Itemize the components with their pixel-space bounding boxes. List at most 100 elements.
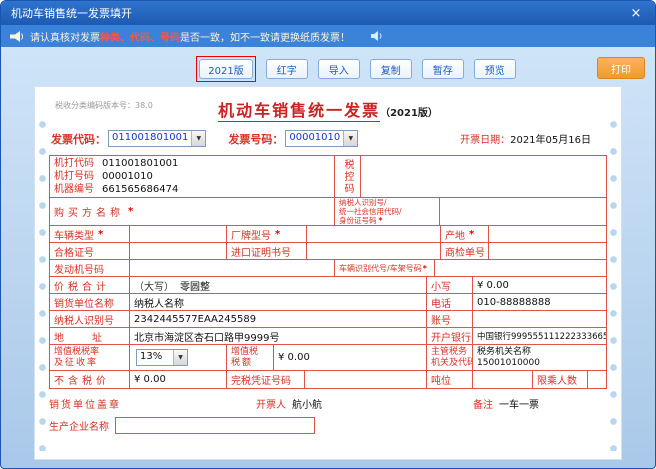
invoice-paper: 税收分类编码版本号：38.0 机动车销售统一发票（2021版） 发票代码： 01… xyxy=(34,86,622,460)
field-seller-taxid[interactable]: 2342445577EAA245589 xyxy=(130,311,427,327)
required-star: * xyxy=(423,264,427,273)
print-no-value: 00001010 xyxy=(102,170,153,183)
invoice-number-select[interactable]: 00001010 ▼ xyxy=(285,130,358,147)
field-vin[interactable] xyxy=(435,260,606,276)
row-total: 价税合计 （大写）零圆整 小写 ¥ 0.00 xyxy=(50,277,606,294)
chevron-down-icon[interactable]: ▼ xyxy=(173,350,187,365)
field-buyer-id[interactable] xyxy=(440,198,606,225)
invoice-code-select[interactable]: 011001801001 ▼ xyxy=(108,130,206,147)
vin-label-cell: 车辆识别代号/车架号码* xyxy=(335,260,435,276)
field-tonnage[interactable] xyxy=(473,371,533,388)
import-button[interactable]: 导入 xyxy=(318,59,360,79)
engine-label-cell: 发动机号码 xyxy=(50,260,130,276)
import-cert-label: 进口证明书号 xyxy=(231,244,291,259)
field-account[interactable] xyxy=(473,311,606,327)
authority-label-line2: 机关及代码 xyxy=(431,358,473,369)
address-label: 地址 xyxy=(54,329,130,344)
tax-cert-label-cell: 完税凭证号码 xyxy=(227,371,305,388)
invoice-code-value: 011001801001 xyxy=(109,131,191,146)
seating-label: 限乘人数 xyxy=(537,372,577,387)
field-small-total[interactable]: ¥ 0.00 xyxy=(473,277,606,293)
copy-button[interactable]: 复制 xyxy=(370,59,412,79)
authority-label-cell: 主管税务 机关及代码 xyxy=(427,345,473,370)
temp-save-button[interactable]: 暂存 xyxy=(422,59,464,79)
remark-label: 备注 xyxy=(473,396,493,411)
close-icon[interactable]: × xyxy=(627,6,645,21)
field-cert-no[interactable] xyxy=(130,243,227,259)
perforation-dots-left xyxy=(39,121,46,451)
vat-rate-label-line1: 增值税税率 xyxy=(54,347,99,358)
field-inspection-no[interactable] xyxy=(489,243,606,259)
small-total-label-cell: 小写 xyxy=(427,277,473,293)
seating-label-cell: 限乘人数 xyxy=(533,371,588,388)
caps-label: （大写） xyxy=(134,278,174,293)
field-bank[interactable]: 中国银行9995551112223336655544 xyxy=(473,328,606,344)
remark-value: 一车一票 xyxy=(499,396,539,411)
print-code-label: 机打代码 xyxy=(54,157,94,170)
field-authority[interactable]: 税务机关名称 15001010000 xyxy=(473,345,606,370)
row-seller-name: 销货单位名称 纳税人名称 电话 010-88888888 xyxy=(50,294,606,311)
manufacturer-input[interactable] xyxy=(115,417,315,434)
total-label-cell: 价税合计 xyxy=(50,277,130,293)
field-net-price[interactable]: ¥ 0.00 xyxy=(130,371,227,388)
import-cert-label-cell: 进口证明书号 xyxy=(227,243,307,259)
notice-bar: 请认真核对发票种类、代码、号码是否一致，如不一致请更换纸质发票！ xyxy=(1,25,655,47)
row-address-bank: 地址 北京市海淀区杏石口路甲9999号 开户银行 中国银行99955511122… xyxy=(50,328,606,345)
field-phone[interactable]: 010-88888888 xyxy=(473,294,606,310)
field-origin[interactable] xyxy=(489,226,606,242)
issuer-value: 航小航 xyxy=(292,396,322,411)
invoice-number-label: 发票号码： xyxy=(228,131,283,147)
vat-rate-select[interactable]: 13% ▼ xyxy=(136,349,188,366)
cert-no-label: 合格证号 xyxy=(54,244,94,259)
issuer-label: 开票人 xyxy=(256,396,286,411)
vat-rate-value: 13% xyxy=(137,350,173,365)
seller-taxid-value: 2342445577EAA245589 xyxy=(134,314,256,325)
required-star: * xyxy=(469,229,474,240)
footer-row: 销货单位盖章 开票人 航小航 备注 一车一票 xyxy=(49,396,607,411)
version-2021-button[interactable]: 2021版 xyxy=(199,59,252,79)
field-engine-no[interactable] xyxy=(130,260,335,276)
issue-date-label: 开票日期： xyxy=(460,135,510,146)
invoice-table: 机打代码011001801001 机打号码00001010 机器编号661565… xyxy=(49,155,607,389)
speaker-icon[interactable] xyxy=(370,30,384,42)
invoice-number-value: 00001010 xyxy=(286,131,343,146)
field-tax-cert-no[interactable] xyxy=(305,371,427,388)
field-brand-model[interactable] xyxy=(307,226,441,242)
seller-stamp-label: 销货单位盖章 xyxy=(49,396,121,411)
invoice-code-label: 发票代码： xyxy=(51,131,106,147)
tax-control-label: 税控码 xyxy=(335,156,361,197)
field-seating[interactable] xyxy=(588,371,606,388)
red-invoice-button[interactable]: 红字 xyxy=(266,59,308,79)
remark-block: 备注 一车一票 xyxy=(473,396,539,411)
small-total-label: 小写 xyxy=(431,278,451,293)
field-vat-amount[interactable]: ¥ 0.00 xyxy=(274,345,427,370)
row-seller-taxid: 纳税人识别号 2342445577EAA245589 账号 xyxy=(50,311,606,328)
vat-rate-cell: 13% ▼ xyxy=(130,345,227,370)
account-label-cell: 账号 xyxy=(427,311,473,327)
authority-label-line1: 主管税务 xyxy=(431,347,467,358)
field-import-cert-no[interactable] xyxy=(307,243,441,259)
titlebar: 机动车销售统一发票填开 × xyxy=(1,1,655,25)
net-price-value: ¥ 0.00 xyxy=(134,374,166,385)
buyer-name-cell[interactable]: 购买方名称* xyxy=(50,198,335,225)
window-title: 机动车销售统一发票填开 xyxy=(11,5,132,21)
chevron-down-icon[interactable]: ▼ xyxy=(343,131,357,146)
row-certificates: 合格证号 进口证明书号 商检单号 xyxy=(50,243,606,260)
vat-amount-label-line2: 税额 xyxy=(231,358,253,369)
chevron-down-icon[interactable]: ▼ xyxy=(191,131,205,146)
phone-label-cell: 电话 xyxy=(427,294,473,310)
field-caps-total[interactable]: （大写）零圆整 xyxy=(130,277,427,293)
field-tax-control-code[interactable] xyxy=(361,156,606,197)
preview-button[interactable]: 预览 xyxy=(474,59,516,79)
seller-name-label-cell: 销货单位名称 xyxy=(50,294,130,310)
field-seller-name[interactable]: 纳税人名称 xyxy=(130,294,427,310)
field-address[interactable]: 北京市海淀区杏石口路甲9999号 xyxy=(130,328,427,344)
row-vat: 增值税税率 及征收率 13% ▼ 增值税 税额 ¥ 0.00 主管税务 机关及代… xyxy=(50,345,606,371)
invoice-fill-window: 机动车销售统一发票填开 × 请认真核对发票种类、代码、号码是否一致，如不一致请更… xyxy=(0,0,656,469)
machine-no-value: 661565686474 xyxy=(102,183,178,196)
print-button[interactable]: 打印 xyxy=(597,57,645,79)
field-vehicle-type[interactable] xyxy=(130,226,227,242)
required-star: * xyxy=(275,229,280,240)
bank-value: 中国银行9995551112223336655544 xyxy=(477,330,606,342)
engine-no-label: 发动机号码 xyxy=(54,261,104,276)
